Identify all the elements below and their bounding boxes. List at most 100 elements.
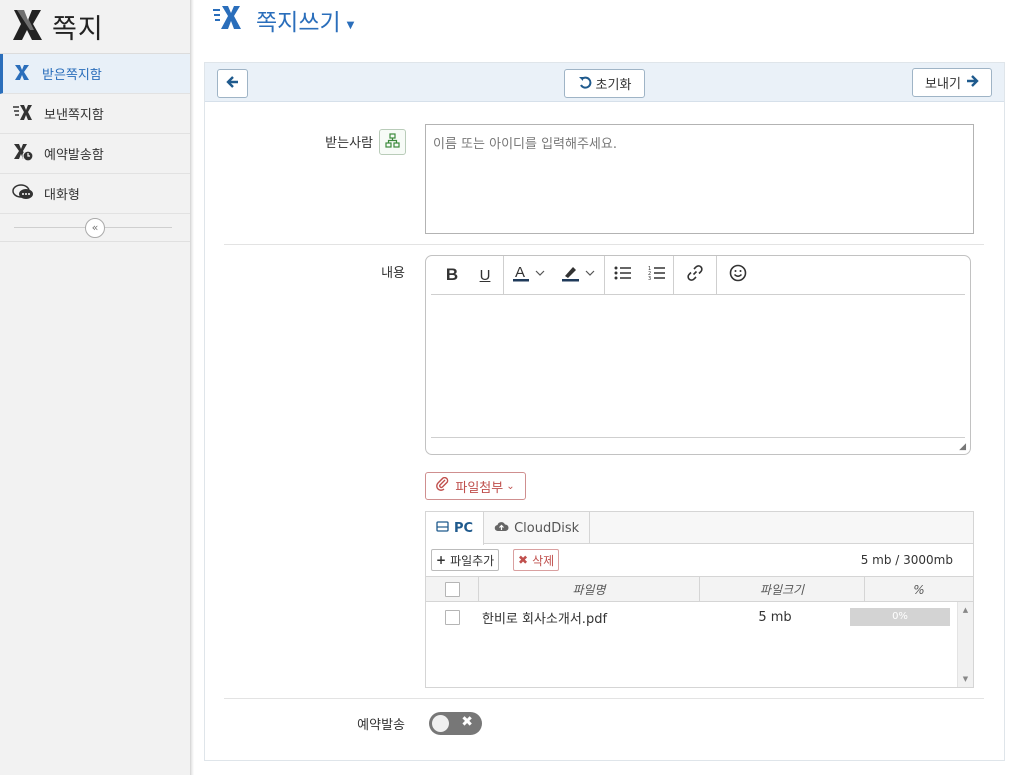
paperclip-icon (436, 476, 450, 495)
scroll-up-icon[interactable]: ▲ (958, 606, 973, 614)
file-size: 5 mb (758, 609, 792, 625)
sidebar-item-scheduled[interactable]: 예약발송함 (0, 134, 190, 174)
link-icon (686, 264, 704, 286)
arrow-left-icon (225, 75, 240, 93)
tab-label: PC (454, 521, 474, 536)
editor-toolbar: B U A 1 2 3 (431, 256, 965, 295)
org-chart-icon (385, 132, 400, 152)
recipient-input[interactable]: 이름 또는 아이디를 입력해주세요. (425, 124, 974, 234)
file-name: 한비로 회사소개서.pdf (482, 611, 608, 627)
svg-text:A: A (515, 264, 525, 281)
scheduled-note-icon (12, 142, 34, 166)
sidebar-item-label: 받은쪽지함 (42, 68, 102, 83)
sidebar-item-inbox[interactable]: 받은쪽지함 (0, 54, 190, 94)
sent-note-icon (12, 102, 34, 126)
undo-icon (578, 75, 592, 93)
upload-progress-bar: 0% (850, 608, 950, 626)
bold-button[interactable]: B (437, 256, 467, 295)
tab-clouddisk[interactable]: CloudDisk (484, 512, 591, 544)
delete-file-button[interactable]: ✖ 삭제 (513, 549, 560, 571)
underline-button[interactable]: U (467, 256, 503, 295)
app-title: 쪽지 (52, 14, 104, 45)
font-color-button[interactable]: A (504, 256, 554, 295)
sidebar-item-label: 대화형 (44, 188, 80, 203)
editor-content-area[interactable] (431, 296, 965, 436)
column-header-percent[interactable]: % (865, 577, 973, 602)
sidebar: 쪽지 받은쪽지함 보낸쪽지함 예약발송함 대화형 « (0, 0, 191, 775)
toggle-knob (432, 715, 449, 732)
caret-down-icon[interactable]: ▼ (347, 20, 355, 31)
inbox-note-icon (12, 62, 32, 86)
file-actions-bar: + 파일추가 ✖ 삭제 5 mb / 3000mb (426, 544, 973, 576)
row-checkbox-cell (426, 609, 479, 625)
font-color-icon: A (509, 263, 549, 287)
link-button[interactable] (674, 256, 716, 295)
divider (431, 437, 965, 438)
recipient-label: 받는사람 (325, 136, 373, 151)
delete-file-label: 삭제 (532, 553, 555, 568)
send-button[interactable]: 보내기 (912, 68, 992, 97)
back-button[interactable] (217, 69, 248, 98)
cloud-upload-icon (494, 521, 509, 536)
rich-text-editor[interactable]: B U A 1 2 3 ◢ (425, 255, 971, 455)
numbered-list-button[interactable]: 123 (641, 256, 673, 295)
page-header: 쪽지쓰기 ▼ (212, 4, 354, 36)
schedule-label: 예약발송 (357, 718, 405, 733)
hard-drive-icon (436, 521, 449, 536)
plus-icon: + (436, 553, 447, 567)
progress-text: 0% (892, 611, 908, 622)
highlight-button[interactable] (554, 256, 604, 295)
table-row[interactable]: 한비로 회사소개서.pdf 5 mb 0% (426, 602, 973, 632)
sidebar-item-label: 예약발송함 (44, 148, 104, 163)
divider (224, 244, 984, 245)
reset-button[interactable]: 초기화 (564, 69, 645, 98)
numbered-list-icon: 123 (648, 265, 666, 285)
file-table-header: 파일명 파일크기 % (426, 576, 973, 602)
resize-handle-icon[interactable]: ◢ (959, 442, 966, 452)
close-icon: ✖ (461, 714, 473, 730)
attach-file-button[interactable]: 파일첨부 ⌄ (425, 472, 526, 500)
page-title: 쪽지쓰기 (256, 10, 341, 36)
sidebar-item-label: 보낸쪽지함 (44, 108, 104, 123)
column-header-size[interactable]: 파일크기 (700, 577, 865, 602)
action-toolbar: 초기화 보내기 (205, 63, 1004, 102)
add-file-button[interactable]: + 파일추가 (431, 549, 500, 571)
divider (224, 698, 984, 699)
bold-icon: B (445, 265, 459, 284)
bullet-list-icon (614, 265, 632, 285)
double-chevron-left-icon[interactable]: « (85, 218, 105, 238)
attach-file-label: 파일첨부 (455, 480, 504, 496)
arrow-right-icon (965, 74, 979, 92)
svg-text:3: 3 (648, 276, 651, 281)
highlighter-icon (559, 263, 599, 287)
note-logo-icon (10, 8, 44, 46)
sidebar-collapse-row: « (0, 214, 190, 242)
chat-icon (12, 182, 34, 206)
bullet-list-button[interactable] (605, 256, 641, 295)
chevron-down-icon: ⌄ (506, 480, 515, 492)
sidebar-item-chat[interactable]: 대화형 (0, 174, 190, 214)
compose-panel: 초기화 보내기 받는사람 이름 또는 아이디를 입력해주세요. 내용 B U A… (204, 62, 1005, 761)
tab-pc[interactable]: PC (426, 512, 485, 545)
sidebar-shadow (191, 0, 194, 775)
underline-icon: U (479, 266, 491, 284)
compose-note-icon (212, 4, 244, 36)
content-label: 내용 (381, 266, 405, 281)
sidebar-item-sent[interactable]: 보낸쪽지함 (0, 94, 190, 134)
smiley-icon (729, 264, 747, 286)
select-all-cell (426, 577, 479, 602)
file-list-scrollbar[interactable]: ▲ ▼ (957, 602, 973, 687)
row-checkbox[interactable] (445, 609, 460, 625)
schedule-toggle[interactable]: ✖ (429, 712, 482, 735)
close-icon: ✖ (518, 553, 529, 567)
file-upload-panel: PC CloudDisk + 파일추가 ✖ 삭제 5 mb / 3000mb 파… (425, 511, 974, 688)
file-source-tabs: PC CloudDisk (426, 512, 973, 545)
send-label: 보내기 (925, 77, 961, 92)
add-file-label: 파일추가 (450, 553, 495, 568)
org-chart-button[interactable] (379, 129, 406, 155)
emoji-button[interactable] (717, 256, 759, 295)
select-all-checkbox[interactable] (444, 582, 460, 597)
scroll-down-icon[interactable]: ▼ (958, 675, 973, 683)
app-brand: 쪽지 (0, 0, 190, 54)
column-header-name[interactable]: 파일명 (479, 577, 700, 602)
